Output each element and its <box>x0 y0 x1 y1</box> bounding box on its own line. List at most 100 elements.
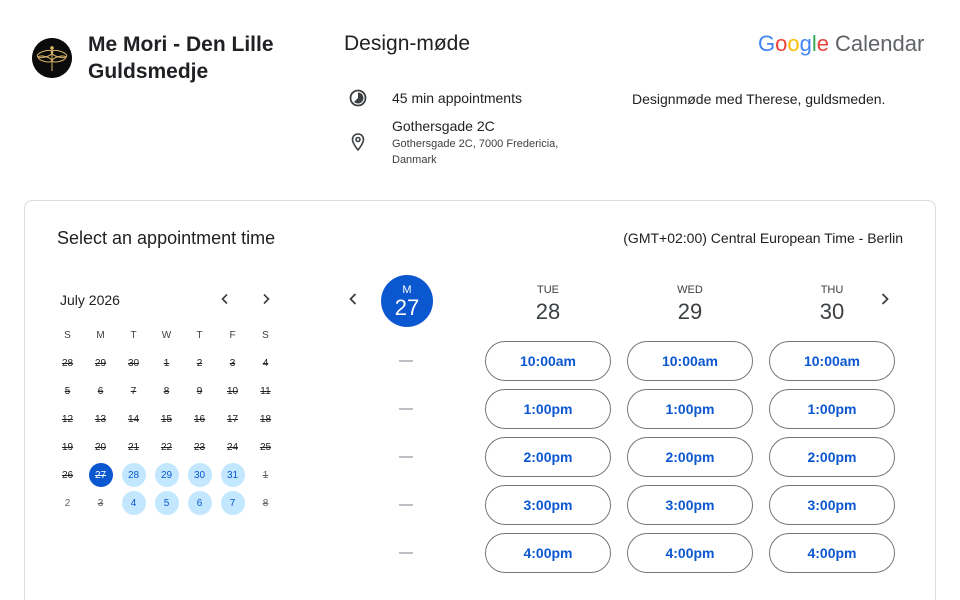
calendar-day: 25 <box>259 441 272 453</box>
timezone-selector[interactable]: (GMT+02:00) Central European Time - Berl… <box>623 230 903 246</box>
calendar-day-available[interactable]: 6 <box>187 491 212 515</box>
next-month-button[interactable] <box>254 287 278 311</box>
google-calendar-logo: Google Calendar <box>758 31 925 56</box>
calendar-day: 18 <box>259 413 272 425</box>
no-availability-dash <box>399 552 413 554</box>
calendar-day-available[interactable]: 5 <box>154 491 179 515</box>
calendar-day-available[interactable]: 29 <box>154 463 179 487</box>
time-slot-button[interactable]: 10:00am <box>627 341 753 381</box>
calendar-day: 23 <box>193 441 206 453</box>
weekday-label: T <box>130 329 137 341</box>
weekday-label: S <box>64 329 71 341</box>
calendar-day: 14 <box>127 413 140 425</box>
selected-day-header[interactable]: M 27 <box>381 275 433 327</box>
calendar-day-available[interactable]: 4 <box>121 491 146 515</box>
weekday-header-row: SMTWTFS <box>51 321 282 349</box>
day-column-weekday: WED <box>677 284 703 296</box>
weekday-label: M <box>96 329 105 341</box>
business-name: Me Mori - Den Lille Guldsmedje <box>88 33 274 83</box>
weekday-label: T <box>196 329 203 341</box>
calendar-day-available[interactable]: 30 <box>187 463 212 487</box>
calendar-day: 30 <box>127 357 140 369</box>
previous-month-button[interactable] <box>213 287 237 311</box>
time-slot-button[interactable]: 4:00pm <box>485 533 611 573</box>
time-slot-button[interactable]: 4:00pm <box>627 533 753 573</box>
no-availability-dash <box>399 408 413 410</box>
chevron-left-icon <box>221 293 228 305</box>
calendar-day: 11 <box>260 385 271 397</box>
day-column-header: WED 29 <box>627 283 753 325</box>
weekday-label: W <box>161 329 172 341</box>
calendar-day: 6 <box>97 385 104 397</box>
chevron-left-icon <box>349 293 357 305</box>
duration-text: 45 min appointments <box>392 90 522 106</box>
no-availability-dash <box>399 456 413 458</box>
selected-day-date: 27 <box>394 295 420 320</box>
calendar-day-available[interactable]: 7 <box>220 491 245 515</box>
time-slot-button[interactable]: 10:00am <box>769 341 895 381</box>
weekday-label: F <box>229 329 236 341</box>
time-slot-button[interactable]: 3:00pm <box>627 485 753 525</box>
day-column-header: THU 30 <box>769 283 895 325</box>
day-column-header: TUE 28 <box>485 283 611 325</box>
calendar-day: 13 <box>94 413 107 425</box>
previous-week-button[interactable] <box>341 287 365 311</box>
time-slot-button[interactable]: 2:00pm <box>485 437 611 477</box>
calendar-day-selected[interactable]: 27 <box>88 463 113 487</box>
business-avatar <box>32 38 72 78</box>
calendar-day-available[interactable]: 31 <box>220 463 245 487</box>
calendar-day: 2 <box>196 357 203 369</box>
booking-card: Select an appointment time (GMT+02:00) C… <box>24 200 936 600</box>
time-slot-button[interactable]: 2:00pm <box>769 437 895 477</box>
calendar-day: 2 <box>64 497 71 509</box>
mini-calendar-month: July 2026 <box>60 292 120 308</box>
calendar-day: 21 <box>127 441 140 453</box>
weekday-label: S <box>262 329 269 341</box>
calendar-day: 1 <box>163 357 170 369</box>
time-slot-button[interactable]: 4:00pm <box>769 533 895 573</box>
day-column-date: 28 <box>535 299 561 324</box>
calendar-week-row: 26 27 28 29 30 31 1 <box>51 461 282 489</box>
calendar-week-row: 5 6 7 8 9 10 11 <box>51 377 282 405</box>
duration-icon <box>348 88 368 108</box>
calendar-day: 12 <box>61 413 74 425</box>
time-slot-button[interactable]: 2:00pm <box>627 437 753 477</box>
event-title: Design-møde <box>344 32 471 55</box>
no-availability-dash <box>399 504 413 506</box>
day-column-date: 30 <box>819 299 845 324</box>
time-slot-button[interactable]: 1:00pm <box>485 389 611 429</box>
calendar-week-row: 19 20 21 22 23 24 25 <box>51 433 282 461</box>
calendar-day: 7 <box>130 385 137 397</box>
day-column-weekday: TUE <box>537 284 559 296</box>
calendar-day: 3 <box>97 497 104 509</box>
location-address[interactable]: Gothersgade 2C, 7000 Fredericia, Danmark <box>392 136 602 168</box>
calendar-week-row: 28 29 30 1 2 3 4 <box>51 349 282 377</box>
calendar-day: 16 <box>193 413 206 425</box>
calendar-week-row: 2 3 4567 8 <box>51 489 282 517</box>
location-pin-icon <box>348 132 368 152</box>
calendar-week-row: 12 13 14 15 16 17 18 <box>51 405 282 433</box>
calendar-day-available[interactable]: 28 <box>121 463 146 487</box>
calendar-day: 1 <box>262 469 269 481</box>
calendar-day: 29 <box>94 357 107 369</box>
calendar-day: 28 <box>61 357 74 369</box>
location-name: Gothersgade 2C <box>392 118 495 134</box>
time-slot-button[interactable]: 3:00pm <box>485 485 611 525</box>
calendar-day: 9 <box>196 385 203 397</box>
time-slot-button[interactable]: 3:00pm <box>769 485 895 525</box>
calendar-day: 19 <box>61 441 74 453</box>
calendar-day: 26 <box>61 469 74 481</box>
time-slot-button[interactable]: 10:00am <box>485 341 611 381</box>
calendar-day: 20 <box>94 441 107 453</box>
no-availability-dash <box>399 360 413 362</box>
chevron-right-icon <box>263 293 270 305</box>
day-column-weekday: THU <box>820 284 844 296</box>
day-column-date: 29 <box>677 299 703 324</box>
time-slot-button[interactable]: 1:00pm <box>769 389 895 429</box>
calendar-day: 15 <box>160 413 173 425</box>
booking-title: Select an appointment time <box>57 228 276 248</box>
event-description: Designmøde med Therese, guldsmeden. <box>632 91 886 107</box>
calendar-day: 22 <box>160 441 173 453</box>
time-slot-button[interactable]: 1:00pm <box>627 389 753 429</box>
calendar-day: 24 <box>226 441 239 453</box>
